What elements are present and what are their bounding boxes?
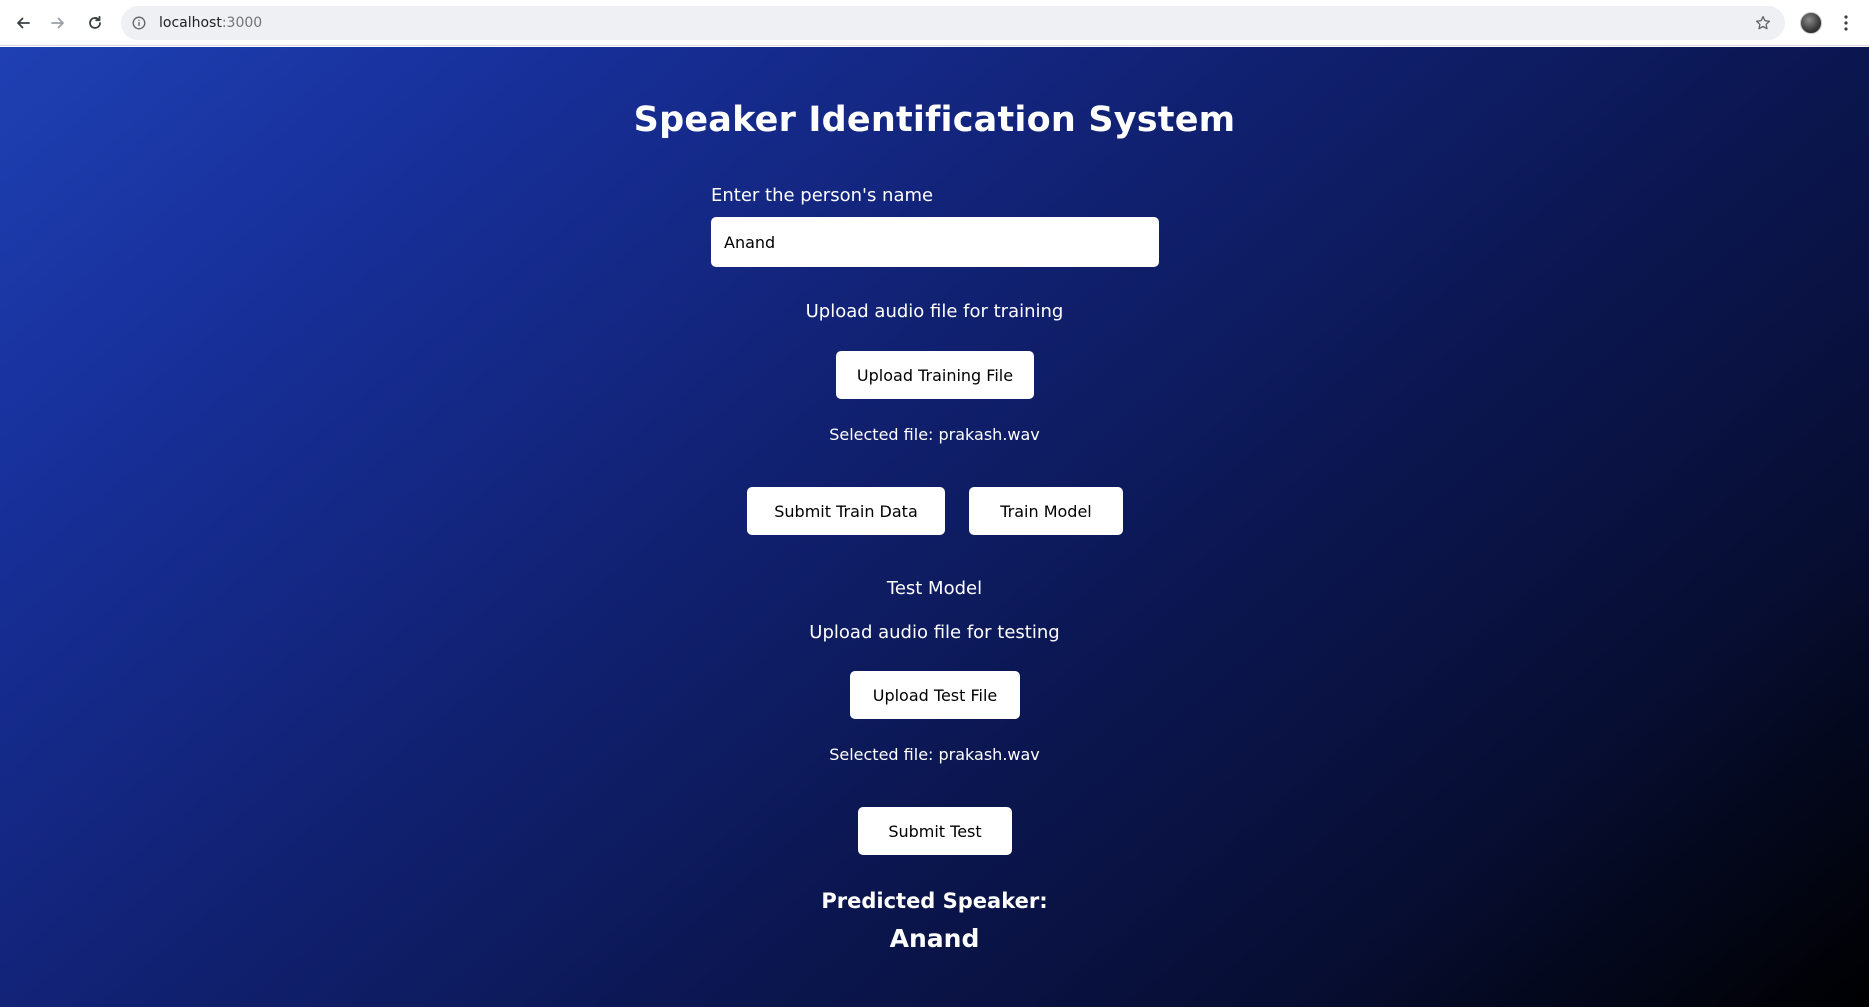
kebab-menu-icon[interactable] xyxy=(1836,12,1856,34)
upload-test-file-button[interactable]: Upload Test File xyxy=(850,671,1020,719)
app-page: Speaker Identification System Enter the … xyxy=(0,47,1869,1007)
url-host: localhost xyxy=(159,15,222,31)
browser-toolbar: localhost:3000 xyxy=(0,0,1869,46)
submit-test-button[interactable]: Submit Test xyxy=(858,807,1012,855)
predicted-speaker-label: Predicted Speaker: xyxy=(821,889,1048,913)
testing-selected-file: Selected file: prakash.wav xyxy=(829,745,1040,764)
train-model-button[interactable]: Train Model xyxy=(969,487,1123,535)
training-selected-file: Selected file: prakash.wav xyxy=(829,425,1040,444)
reload-icon xyxy=(89,15,101,29)
training-upload-label: Upload audio file for training xyxy=(805,301,1064,322)
arrow-right-icon xyxy=(51,17,64,29)
testing-upload-label: Upload audio file for testing xyxy=(809,622,1060,643)
name-input[interactable] xyxy=(711,217,1159,267)
name-label: Enter the person's name xyxy=(711,185,934,206)
arrow-left-icon xyxy=(17,17,30,29)
url-port: :3000 xyxy=(221,15,263,31)
upload-training-file-button[interactable]: Upload Training File xyxy=(836,351,1034,399)
test-model-heading: Test Model xyxy=(886,578,983,599)
predicted-speaker-value: Anand xyxy=(889,924,980,953)
avatar[interactable] xyxy=(1800,12,1822,34)
address-bar[interactable]: localhost:3000 xyxy=(121,6,1785,40)
page-title: Speaker Identification System xyxy=(633,100,1236,140)
submit-train-data-button[interactable]: Submit Train Data xyxy=(747,487,945,535)
info-circle-icon[interactable] xyxy=(129,13,149,33)
reload-button[interactable] xyxy=(81,9,109,37)
url-text: localhost:3000 xyxy=(159,15,262,31)
bookmark-star-icon[interactable] xyxy=(1753,13,1773,33)
back-button[interactable] xyxy=(9,9,37,37)
forward-button[interactable] xyxy=(44,9,72,37)
